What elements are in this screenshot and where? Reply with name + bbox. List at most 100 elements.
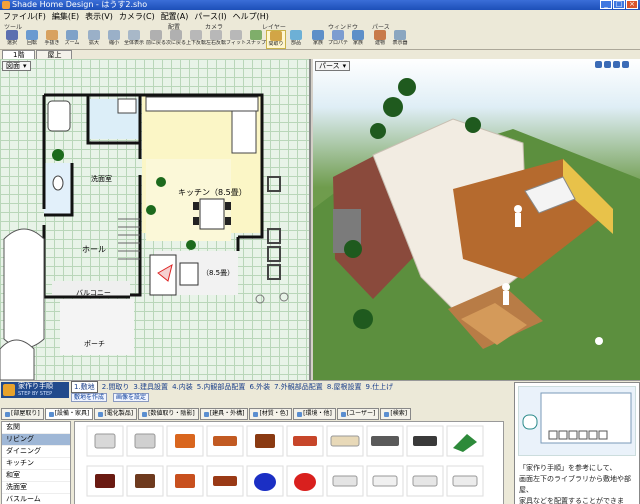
- undo-button[interactable]: 前に戻る: [146, 30, 166, 49]
- furniture-library-grid: [74, 421, 504, 504]
- snap-button[interactable]: スナップ: [246, 30, 266, 49]
- library-item[interactable]: [446, 425, 484, 457]
- library-item[interactable]: [366, 425, 404, 457]
- library-item[interactable]: [366, 465, 404, 497]
- tool-select-button[interactable]: 選択: [2, 30, 22, 49]
- step-1-site[interactable]: 1.敷地: [71, 381, 98, 393]
- library-item[interactable]: [446, 465, 484, 497]
- step-5-interior-parts[interactable]: 5.内観部品配置: [197, 382, 246, 392]
- create-site-button[interactable]: 敷地を作成: [71, 393, 108, 402]
- library-item[interactable]: [166, 425, 204, 457]
- tool-zoom-button[interactable]: ズーム: [62, 30, 82, 49]
- menu-perspective[interactable]: パース(I): [194, 11, 226, 22]
- library-item[interactable]: [406, 425, 444, 457]
- list-item-washroom[interactable]: 洗面室: [2, 482, 70, 494]
- list-item-bathroom[interactable]: バスルーム: [2, 494, 70, 504]
- step-6-exterior[interactable]: 6.外装: [249, 382, 270, 392]
- menu-file[interactable]: ファイル(F): [3, 11, 46, 22]
- library-item[interactable]: [86, 465, 124, 497]
- perspective-building-button[interactable]: 建物: [370, 30, 390, 49]
- minimize-button[interactable]: _: [600, 0, 612, 9]
- library-item[interactable]: [326, 425, 364, 457]
- tab-user[interactable]: [ユーザー]: [336, 408, 380, 420]
- library-item[interactable]: [206, 465, 244, 497]
- library-item[interactable]: [326, 465, 364, 497]
- perspective-display-button[interactable]: 表示器: [390, 30, 410, 49]
- list-item-japanese-room[interactable]: 和室: [2, 470, 70, 482]
- tab-shading[interactable]: [数値取り・陰影]: [138, 408, 199, 420]
- step-9-finish[interactable]: 9.仕上げ: [366, 382, 394, 392]
- flip-vertical-button[interactable]: 上下反転: [186, 30, 206, 49]
- menu-arrange[interactable]: 配置(A): [161, 11, 189, 22]
- tool-pan-button[interactable]: 手抜き: [42, 30, 62, 49]
- perspective-view[interactable]: パース ▾: [313, 59, 640, 380]
- step-tabs: 1.敷地 2.間取り 3.建具設置 4.内装 5.内観部品配置 6.外装 7.外…: [71, 381, 511, 393]
- fit-icon: [230, 30, 242, 40]
- flip-horizontal-button[interactable]: 左右反転: [206, 30, 226, 49]
- fit-button[interactable]: フィット: [226, 30, 246, 49]
- library-item[interactable]: [86, 425, 124, 457]
- title-bar: Shade Home Design - はうす2.sho _ □ ×: [0, 0, 640, 10]
- zoom-out-button[interactable]: 縮小: [104, 30, 124, 49]
- library-item[interactable]: [166, 465, 204, 497]
- tab-appliances[interactable]: [電化製品]: [94, 408, 138, 420]
- zoom-in-button[interactable]: 拡大: [84, 30, 104, 49]
- menu-camera[interactable]: カメラ(C): [119, 11, 155, 22]
- tab-environment[interactable]: [環境・他]: [293, 408, 336, 420]
- arrow-icon: [6, 30, 18, 40]
- sub-steps: 敷地を作成 画像を設定: [71, 393, 150, 402]
- close-button[interactable]: ×: [626, 0, 638, 9]
- zoom-out-icon: [108, 30, 120, 40]
- tab-materials[interactable]: [材質・色]: [249, 408, 293, 420]
- step-by-step-logo: 家作り手順 STEP BY STEP: [1, 382, 69, 398]
- library-item[interactable]: [246, 425, 284, 457]
- menu-edit[interactable]: 編集(E): [52, 11, 79, 22]
- nav-walk-icon[interactable]: [595, 61, 602, 68]
- step-2-layout[interactable]: 2.間取り: [102, 382, 130, 392]
- library-item[interactable]: [126, 465, 164, 497]
- step-4-interior[interactable]: 4.内装: [172, 382, 193, 392]
- redo-button[interactable]: 次に戻る: [166, 30, 186, 49]
- set-image-button[interactable]: 画像を設定: [113, 393, 150, 402]
- tab-exterior[interactable]: [建具・外構]: [199, 408, 249, 420]
- library-item[interactable]: [246, 465, 284, 497]
- list-item-entrance[interactable]: 玄関: [2, 422, 70, 434]
- tab-floor-1[interactable]: 1階: [2, 50, 36, 59]
- window-family-button[interactable]: 家族: [308, 30, 328, 49]
- plan-view-select[interactable]: 図面 ▾: [2, 61, 31, 71]
- maximize-button[interactable]: □: [613, 0, 625, 9]
- library-item[interactable]: [406, 465, 444, 497]
- step-8-roof[interactable]: 8.屋根設置: [327, 382, 362, 392]
- layer-floorplan-button[interactable]: 間取り: [266, 30, 286, 49]
- window-family2-button[interactable]: 家族: [348, 30, 368, 49]
- helper-map: [518, 386, 636, 456]
- list-item-living[interactable]: リビング: [2, 434, 70, 446]
- nav-home-icon[interactable]: [622, 61, 629, 68]
- nav-rotate-icon[interactable]: [604, 61, 611, 68]
- window-properties-button[interactable]: プロパティ: [328, 30, 348, 49]
- tab-furniture[interactable]: [設備・家具]: [44, 408, 94, 420]
- nav-zoom-icon[interactable]: [613, 61, 620, 68]
- floor-plan-view[interactable]: 図面 ▾ キッチン（8.5畳） 洗面室 ホール （8.5畳） バルコニー ポーチ: [0, 59, 311, 380]
- bottom-panel: 家作り手順 STEP BY STEP 1.敷地 2.間取り 3.建具設置 4.内…: [0, 380, 640, 504]
- step-3-fittings[interactable]: 3.建具設置: [133, 382, 168, 392]
- library-item[interactable]: [286, 465, 324, 497]
- layer-parts-button[interactable]: 部品: [286, 30, 306, 49]
- perspective-view-select[interactable]: パース ▾: [315, 61, 351, 71]
- library-item[interactable]: [206, 425, 244, 457]
- chevron-down-icon: ▾: [342, 61, 347, 70]
- tab-search[interactable]: [検索]: [380, 408, 412, 420]
- library-item[interactable]: [286, 425, 324, 457]
- tab-rooms[interactable]: [部屋取り]: [1, 408, 44, 420]
- menu-help[interactable]: ヘルプ(H): [233, 11, 269, 22]
- tab-roof[interactable]: 屋上: [36, 50, 73, 59]
- fit-all-button[interactable]: 全体表示: [124, 30, 144, 49]
- menu-view[interactable]: 表示(V): [85, 11, 113, 22]
- helper-panel: 「家作り手順」を参考にして、 画面左下のライブラリから敷地や部屋、 家具などを配…: [514, 382, 640, 504]
- list-item-kitchen[interactable]: キッチン: [2, 458, 70, 470]
- zoom-in-icon: [88, 30, 100, 40]
- tool-rotate-button[interactable]: 回転: [22, 30, 42, 49]
- library-item[interactable]: [126, 425, 164, 457]
- step-7-exterior-parts[interactable]: 7.外観部品配置: [274, 382, 323, 392]
- list-item-dining[interactable]: ダイニング: [2, 446, 70, 458]
